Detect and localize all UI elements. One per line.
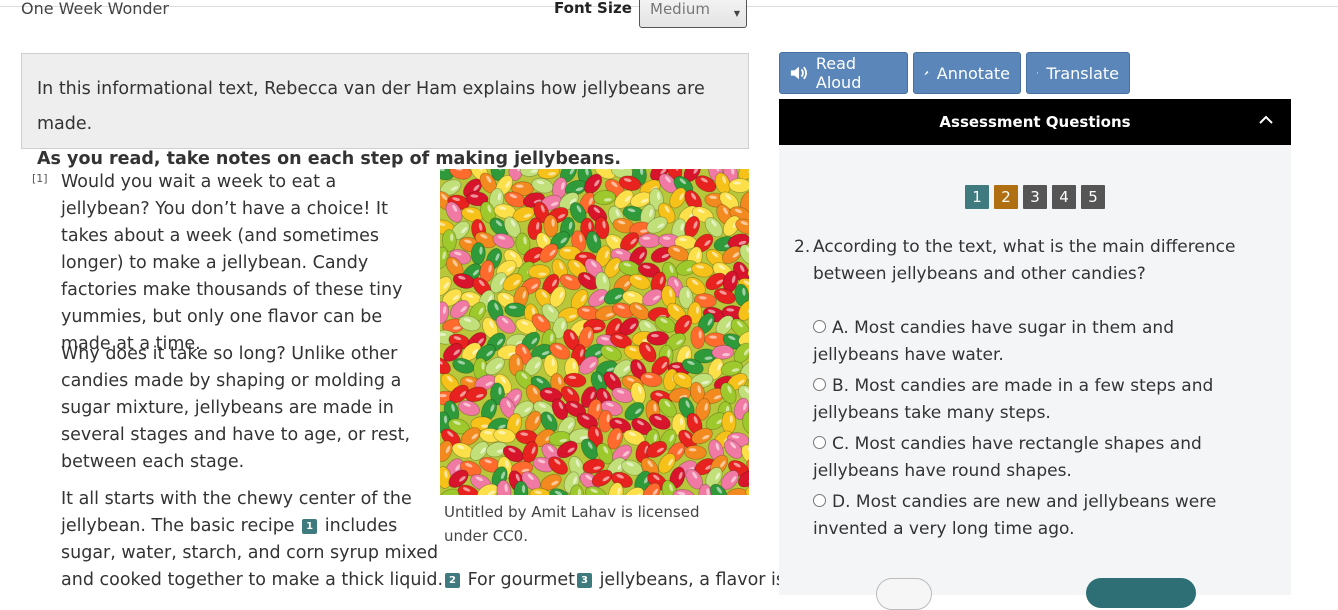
question-nav-1[interactable]: 1 <box>965 185 989 209</box>
jellybean-photo <box>440 169 749 495</box>
page-title: One Week Wonder <box>21 0 169 18</box>
font-size-value: Medium <box>650 0 710 18</box>
paragraph-text: For gourmet <box>468 570 575 590</box>
annotate-label: Annotate <box>937 64 1010 83</box>
intro-box: In this informational text, Rebecca van … <box>21 53 749 149</box>
article-paragraph-3: It all starts with the chewy center of t… <box>61 486 451 567</box>
option-label: A. Most candies have sugar in them and j… <box>813 318 1174 365</box>
glossary-marker-2[interactable]: 2 <box>445 573 460 588</box>
translate-button[interactable]: Translate <box>1026 52 1130 94</box>
answer-option-c[interactable]: C. Most candies have rectangle shapes an… <box>813 431 1263 485</box>
question-nav-5[interactable]: 5 <box>1081 185 1105 209</box>
font-size-select[interactable]: Medium ▼ <box>639 0 747 28</box>
radio-button[interactable] <box>813 320 826 333</box>
glossary-marker-3[interactable]: 3 <box>577 573 592 588</box>
answer-option-d[interactable]: D. Most candies are new and jellybeans w… <box>813 489 1263 543</box>
option-label: D. Most candies are new and jellybeans w… <box>813 492 1216 539</box>
annotate-button[interactable]: Annotate <box>913 52 1021 94</box>
globe-icon <box>1037 65 1038 81</box>
glossary-marker-1[interactable]: 1 <box>302 519 317 534</box>
article-continuation: and cooked together to make a thick liqu… <box>61 567 761 594</box>
article-paragraph-1: Would you wait a week to eat a jellybean… <box>61 169 421 358</box>
option-label: C. Most candies have rectangle shapes an… <box>813 434 1202 481</box>
chevron-up-icon[interactable] <box>1259 113 1273 127</box>
read-aloud-button[interactable]: Read Aloud <box>779 52 908 94</box>
option-label: B. Most candies are made in a few steps … <box>813 376 1213 423</box>
previous-button[interactable] <box>876 578 932 610</box>
question-nav-3[interactable]: 3 <box>1023 185 1047 209</box>
radio-button[interactable] <box>813 494 826 507</box>
caret-down-icon: ▼ <box>734 9 740 18</box>
question-text: According to the text, what is the main … <box>813 234 1243 288</box>
paragraph-number: [1] <box>32 172 48 185</box>
question-nav-2[interactable]: 2 <box>994 185 1018 209</box>
intro-text: In this informational text, Rebecca van … <box>37 72 733 142</box>
translate-label: Translate <box>1046 64 1119 83</box>
question-nav-4[interactable]: 4 <box>1052 185 1076 209</box>
assessment-header[interactable]: Assessment Questions <box>779 99 1291 145</box>
assessment-title: Assessment Questions <box>939 113 1130 131</box>
paragraph-text: jellybeans, a flavor is <box>600 570 785 590</box>
question-nav: 1 2 3 4 5 <box>965 185 1105 209</box>
speaker-icon <box>790 65 808 81</box>
paragraph-text: and cooked together to make a thick liqu… <box>61 570 443 590</box>
image-caption: Untitled by Amit Lahav is licensed under… <box>444 500 744 548</box>
answer-option-a[interactable]: A. Most candies have sugar in them and j… <box>813 315 1263 369</box>
article-paragraph-2: Why does it take so long? Unlike other c… <box>61 341 421 476</box>
read-aloud-label: Read Aloud <box>816 54 897 92</box>
next-button[interactable] <box>1086 578 1196 608</box>
radio-button[interactable] <box>813 378 826 391</box>
pen-icon <box>924 65 929 81</box>
question-number: 2. <box>794 234 810 261</box>
jellybean-image <box>440 169 749 495</box>
answer-option-b[interactable]: B. Most candies are made in a few steps … <box>813 373 1263 427</box>
font-size-label: Font Size <box>554 0 632 17</box>
radio-button[interactable] <box>813 436 826 449</box>
